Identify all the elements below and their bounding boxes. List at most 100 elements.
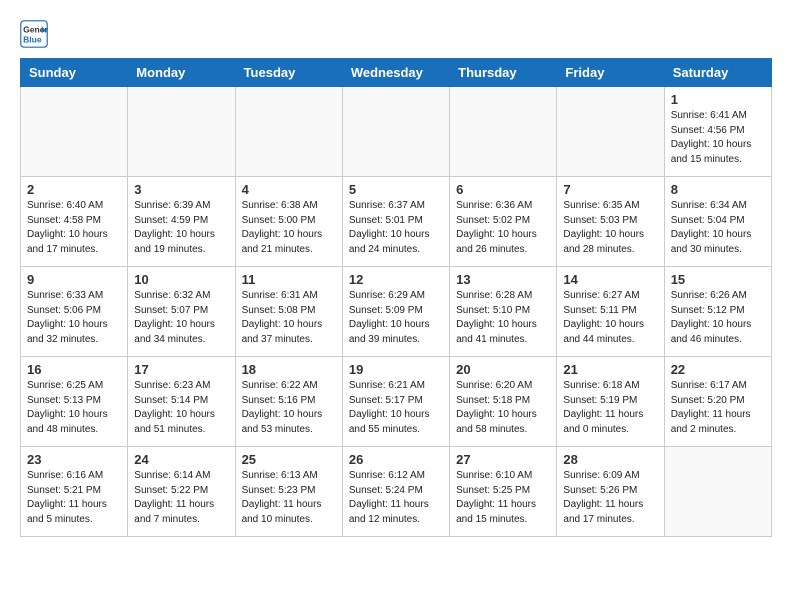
day-number: 27 bbox=[456, 452, 550, 467]
day-number: 7 bbox=[563, 182, 657, 197]
day-info: Sunrise: 6:27 AM Sunset: 5:11 PM Dayligh… bbox=[563, 289, 657, 347]
day-info: Sunrise: 6:23 AM Sunset: 5:14 PM Dayligh… bbox=[134, 379, 228, 437]
day-info: Sunrise: 6:14 AM Sunset: 5:22 PM Dayligh… bbox=[134, 469, 228, 527]
page-header: General Blue bbox=[20, 20, 772, 48]
column-header-sunday: Sunday bbox=[21, 59, 128, 87]
day-number: 19 bbox=[349, 362, 443, 377]
day-number: 26 bbox=[349, 452, 443, 467]
day-info: Sunrise: 6:38 AM Sunset: 5:00 PM Dayligh… bbox=[242, 199, 336, 257]
calendar-table: SundayMondayTuesdayWednesdayThursdayFrid… bbox=[20, 58, 772, 537]
day-number: 9 bbox=[27, 272, 121, 287]
day-info: Sunrise: 6:13 AM Sunset: 5:23 PM Dayligh… bbox=[242, 469, 336, 527]
day-info: Sunrise: 6:33 AM Sunset: 5:06 PM Dayligh… bbox=[27, 289, 121, 347]
calendar-cell: 1 Sunrise: 6:41 AM Sunset: 4:56 PM Daylig… bbox=[664, 87, 771, 177]
calendar-cell: 20 Sunrise: 6:20 AM Sunset: 5:18 PM Dayli… bbox=[450, 357, 557, 447]
day-number: 23 bbox=[27, 452, 121, 467]
calendar-cell: 8 Sunrise: 6:34 AM Sunset: 5:04 PM Daylig… bbox=[664, 177, 771, 267]
column-header-monday: Monday bbox=[128, 59, 235, 87]
day-info: Sunrise: 6:32 AM Sunset: 5:07 PM Dayligh… bbox=[134, 289, 228, 347]
day-info: Sunrise: 6:28 AM Sunset: 5:10 PM Dayligh… bbox=[456, 289, 550, 347]
svg-text:Blue: Blue bbox=[23, 35, 42, 45]
day-number: 13 bbox=[456, 272, 550, 287]
day-number: 10 bbox=[134, 272, 228, 287]
day-number: 28 bbox=[563, 452, 657, 467]
day-info: Sunrise: 6:21 AM Sunset: 5:17 PM Dayligh… bbox=[349, 379, 443, 437]
calendar-cell: 13 Sunrise: 6:28 AM Sunset: 5:10 PM Dayli… bbox=[450, 267, 557, 357]
day-number: 11 bbox=[242, 272, 336, 287]
day-number: 5 bbox=[349, 182, 443, 197]
day-number: 3 bbox=[134, 182, 228, 197]
calendar-cell bbox=[342, 87, 449, 177]
day-info: Sunrise: 6:34 AM Sunset: 5:04 PM Dayligh… bbox=[671, 199, 765, 257]
day-number: 20 bbox=[456, 362, 550, 377]
column-header-saturday: Saturday bbox=[664, 59, 771, 87]
day-info: Sunrise: 6:29 AM Sunset: 5:09 PM Dayligh… bbox=[349, 289, 443, 347]
day-info: Sunrise: 6:22 AM Sunset: 5:16 PM Dayligh… bbox=[242, 379, 336, 437]
calendar-cell: 11 Sunrise: 6:31 AM Sunset: 5:08 PM Dayli… bbox=[235, 267, 342, 357]
day-number: 25 bbox=[242, 452, 336, 467]
column-header-thursday: Thursday bbox=[450, 59, 557, 87]
logo-icon: General Blue bbox=[20, 20, 48, 48]
calendar-cell bbox=[664, 447, 771, 537]
day-number: 12 bbox=[349, 272, 443, 287]
day-number: 16 bbox=[27, 362, 121, 377]
day-info: Sunrise: 6:16 AM Sunset: 5:21 PM Dayligh… bbox=[27, 469, 121, 527]
day-info: Sunrise: 6:36 AM Sunset: 5:02 PM Dayligh… bbox=[456, 199, 550, 257]
day-info: Sunrise: 6:25 AM Sunset: 5:13 PM Dayligh… bbox=[27, 379, 121, 437]
day-number: 4 bbox=[242, 182, 336, 197]
day-number: 14 bbox=[563, 272, 657, 287]
day-number: 21 bbox=[563, 362, 657, 377]
calendar-cell: 28 Sunrise: 6:09 AM Sunset: 5:26 PM Dayli… bbox=[557, 447, 664, 537]
day-number: 2 bbox=[27, 182, 121, 197]
day-info: Sunrise: 6:20 AM Sunset: 5:18 PM Dayligh… bbox=[456, 379, 550, 437]
column-header-friday: Friday bbox=[557, 59, 664, 87]
day-info: Sunrise: 6:09 AM Sunset: 5:26 PM Dayligh… bbox=[563, 469, 657, 527]
calendar-cell: 17 Sunrise: 6:23 AM Sunset: 5:14 PM Dayli… bbox=[128, 357, 235, 447]
calendar-cell bbox=[557, 87, 664, 177]
day-info: Sunrise: 6:10 AM Sunset: 5:25 PM Dayligh… bbox=[456, 469, 550, 527]
calendar-cell: 16 Sunrise: 6:25 AM Sunset: 5:13 PM Dayli… bbox=[21, 357, 128, 447]
day-info: Sunrise: 6:17 AM Sunset: 5:20 PM Dayligh… bbox=[671, 379, 765, 437]
column-header-wednesday: Wednesday bbox=[342, 59, 449, 87]
column-header-tuesday: Tuesday bbox=[235, 59, 342, 87]
day-number: 1 bbox=[671, 92, 765, 107]
calendar-cell bbox=[128, 87, 235, 177]
calendar-cell: 27 Sunrise: 6:10 AM Sunset: 5:25 PM Dayli… bbox=[450, 447, 557, 537]
calendar-cell: 15 Sunrise: 6:26 AM Sunset: 5:12 PM Dayli… bbox=[664, 267, 771, 357]
calendar-cell: 18Sunrise: 6:22 AM Sunset: 5:16 PM Dayli… bbox=[235, 357, 342, 447]
calendar-week-5: 23 Sunrise: 6:16 AM Sunset: 5:21 PM Dayli… bbox=[21, 447, 772, 537]
calendar-week-1: 1 Sunrise: 6:41 AM Sunset: 4:56 PM Daylig… bbox=[21, 87, 772, 177]
calendar-cell bbox=[235, 87, 342, 177]
calendar-week-4: 16 Sunrise: 6:25 AM Sunset: 5:13 PM Dayli… bbox=[21, 357, 772, 447]
calendar-cell: 25 Sunrise: 6:13 AM Sunset: 5:23 PM Dayli… bbox=[235, 447, 342, 537]
day-info: Sunrise: 6:41 AM Sunset: 4:56 PM Dayligh… bbox=[671, 109, 765, 167]
calendar-cell: 23 Sunrise: 6:16 AM Sunset: 5:21 PM Dayli… bbox=[21, 447, 128, 537]
calendar-cell: 5 Sunrise: 6:37 AM Sunset: 5:01 PM Daylig… bbox=[342, 177, 449, 267]
calendar-cell: 19 Sunrise: 6:21 AM Sunset: 5:17 PM Dayli… bbox=[342, 357, 449, 447]
calendar-cell: 3 Sunrise: 6:39 AM Sunset: 4:59 PM Daylig… bbox=[128, 177, 235, 267]
calendar-week-2: 2 Sunrise: 6:40 AM Sunset: 4:58 PM Daylig… bbox=[21, 177, 772, 267]
calendar-cell: 21 Sunrise: 6:18 AM Sunset: 5:19 PM Dayli… bbox=[557, 357, 664, 447]
day-info: Sunrise: 6:26 AM Sunset: 5:12 PM Dayligh… bbox=[671, 289, 765, 347]
day-info: Sunrise: 6:40 AM Sunset: 4:58 PM Dayligh… bbox=[27, 199, 121, 257]
day-info: Sunrise: 6:18 AM Sunset: 5:19 PM Dayligh… bbox=[563, 379, 657, 437]
day-info: Sunrise: 6:31 AM Sunset: 5:08 PM Dayligh… bbox=[242, 289, 336, 347]
day-number: 15 bbox=[671, 272, 765, 287]
day-info: Sunrise: 6:39 AM Sunset: 4:59 PM Dayligh… bbox=[134, 199, 228, 257]
day-number: 17 bbox=[134, 362, 228, 377]
day-info: Sunrise: 6:37 AM Sunset: 5:01 PM Dayligh… bbox=[349, 199, 443, 257]
calendar-cell: 24 Sunrise: 6:14 AM Sunset: 5:22 PM Dayli… bbox=[128, 447, 235, 537]
day-number: 8 bbox=[671, 182, 765, 197]
day-info: Sunrise: 6:12 AM Sunset: 5:24 PM Dayligh… bbox=[349, 469, 443, 527]
calendar-cell: 14 Sunrise: 6:27 AM Sunset: 5:11 PM Dayli… bbox=[557, 267, 664, 357]
calendar-cell: 26 Sunrise: 6:12 AM Sunset: 5:24 PM Dayli… bbox=[342, 447, 449, 537]
calendar-cell: 12 Sunrise: 6:29 AM Sunset: 5:09 PM Dayli… bbox=[342, 267, 449, 357]
calendar-cell: 10 Sunrise: 6:32 AM Sunset: 5:07 PM Dayli… bbox=[128, 267, 235, 357]
logo: General Blue bbox=[20, 20, 52, 48]
calendar-cell: 6Sunrise: 6:36 AM Sunset: 5:02 PM Daylig… bbox=[450, 177, 557, 267]
day-number: 24 bbox=[134, 452, 228, 467]
calendar-cell: 4 Sunrise: 6:38 AM Sunset: 5:00 PM Daylig… bbox=[235, 177, 342, 267]
calendar-cell bbox=[21, 87, 128, 177]
calendar-cell: 7Sunrise: 6:35 AM Sunset: 5:03 PM Daylig… bbox=[557, 177, 664, 267]
calendar-week-3: 9 Sunrise: 6:33 AM Sunset: 5:06 PM Daylig… bbox=[21, 267, 772, 357]
